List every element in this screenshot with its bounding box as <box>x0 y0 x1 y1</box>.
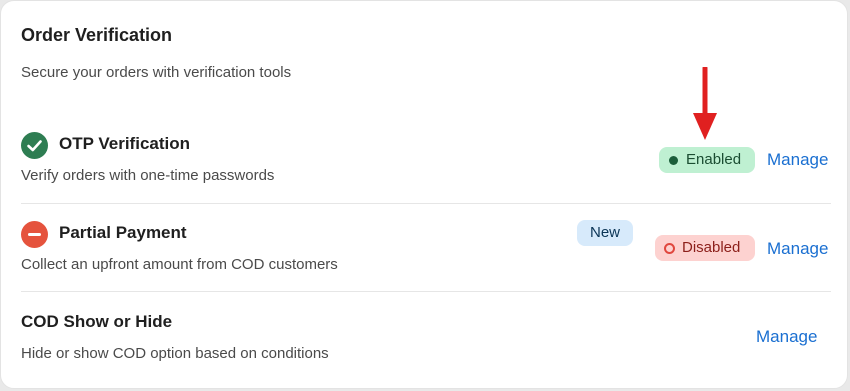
partial-payment-title: Partial Payment <box>59 223 187 242</box>
card-subtitle: Secure your orders with verification too… <box>21 64 292 81</box>
partial-payment-row: Partial Payment Collect an upfront amoun… <box>1 204 849 292</box>
status-badge-label: Disabled <box>682 239 741 256</box>
minus-circle-icon <box>21 221 48 248</box>
partial-payment-description: Collect an upfront amount from COD custo… <box>21 256 338 273</box>
status-badge-disabled: Disabled <box>655 235 755 261</box>
card-title: Order Verification <box>21 25 173 45</box>
cod-manage-link[interactable]: Manage <box>756 327 817 347</box>
cod-show-hide-description: Hide or show COD option based on conditi… <box>21 345 329 362</box>
otp-verification-row: OTP Verification Verify orders with one-… <box>1 115 849 203</box>
otp-manage-link[interactable]: Manage <box>767 150 828 170</box>
disabled-ring-icon <box>664 243 675 254</box>
cod-show-hide-row: COD Show or Hide Hide or show COD option… <box>1 293 849 381</box>
otp-verification-description: Verify orders with one-time passwords <box>21 167 275 184</box>
status-badge-enabled: Enabled <box>659 147 755 173</box>
partial-payment-manage-link[interactable]: Manage <box>767 239 828 259</box>
annotation-arrow-icon <box>691 67 719 141</box>
order-verification-card: Order Verification Secure your orders wi… <box>0 0 848 389</box>
new-badge: New <box>577 220 633 246</box>
status-badge-label: Enabled <box>686 151 742 168</box>
otp-verification-title: OTP Verification <box>59 134 191 153</box>
enabled-dot-icon <box>669 156 678 165</box>
cod-show-hide-title: COD Show or Hide <box>21 312 173 331</box>
row-divider <box>21 291 831 292</box>
check-circle-icon <box>21 132 48 159</box>
